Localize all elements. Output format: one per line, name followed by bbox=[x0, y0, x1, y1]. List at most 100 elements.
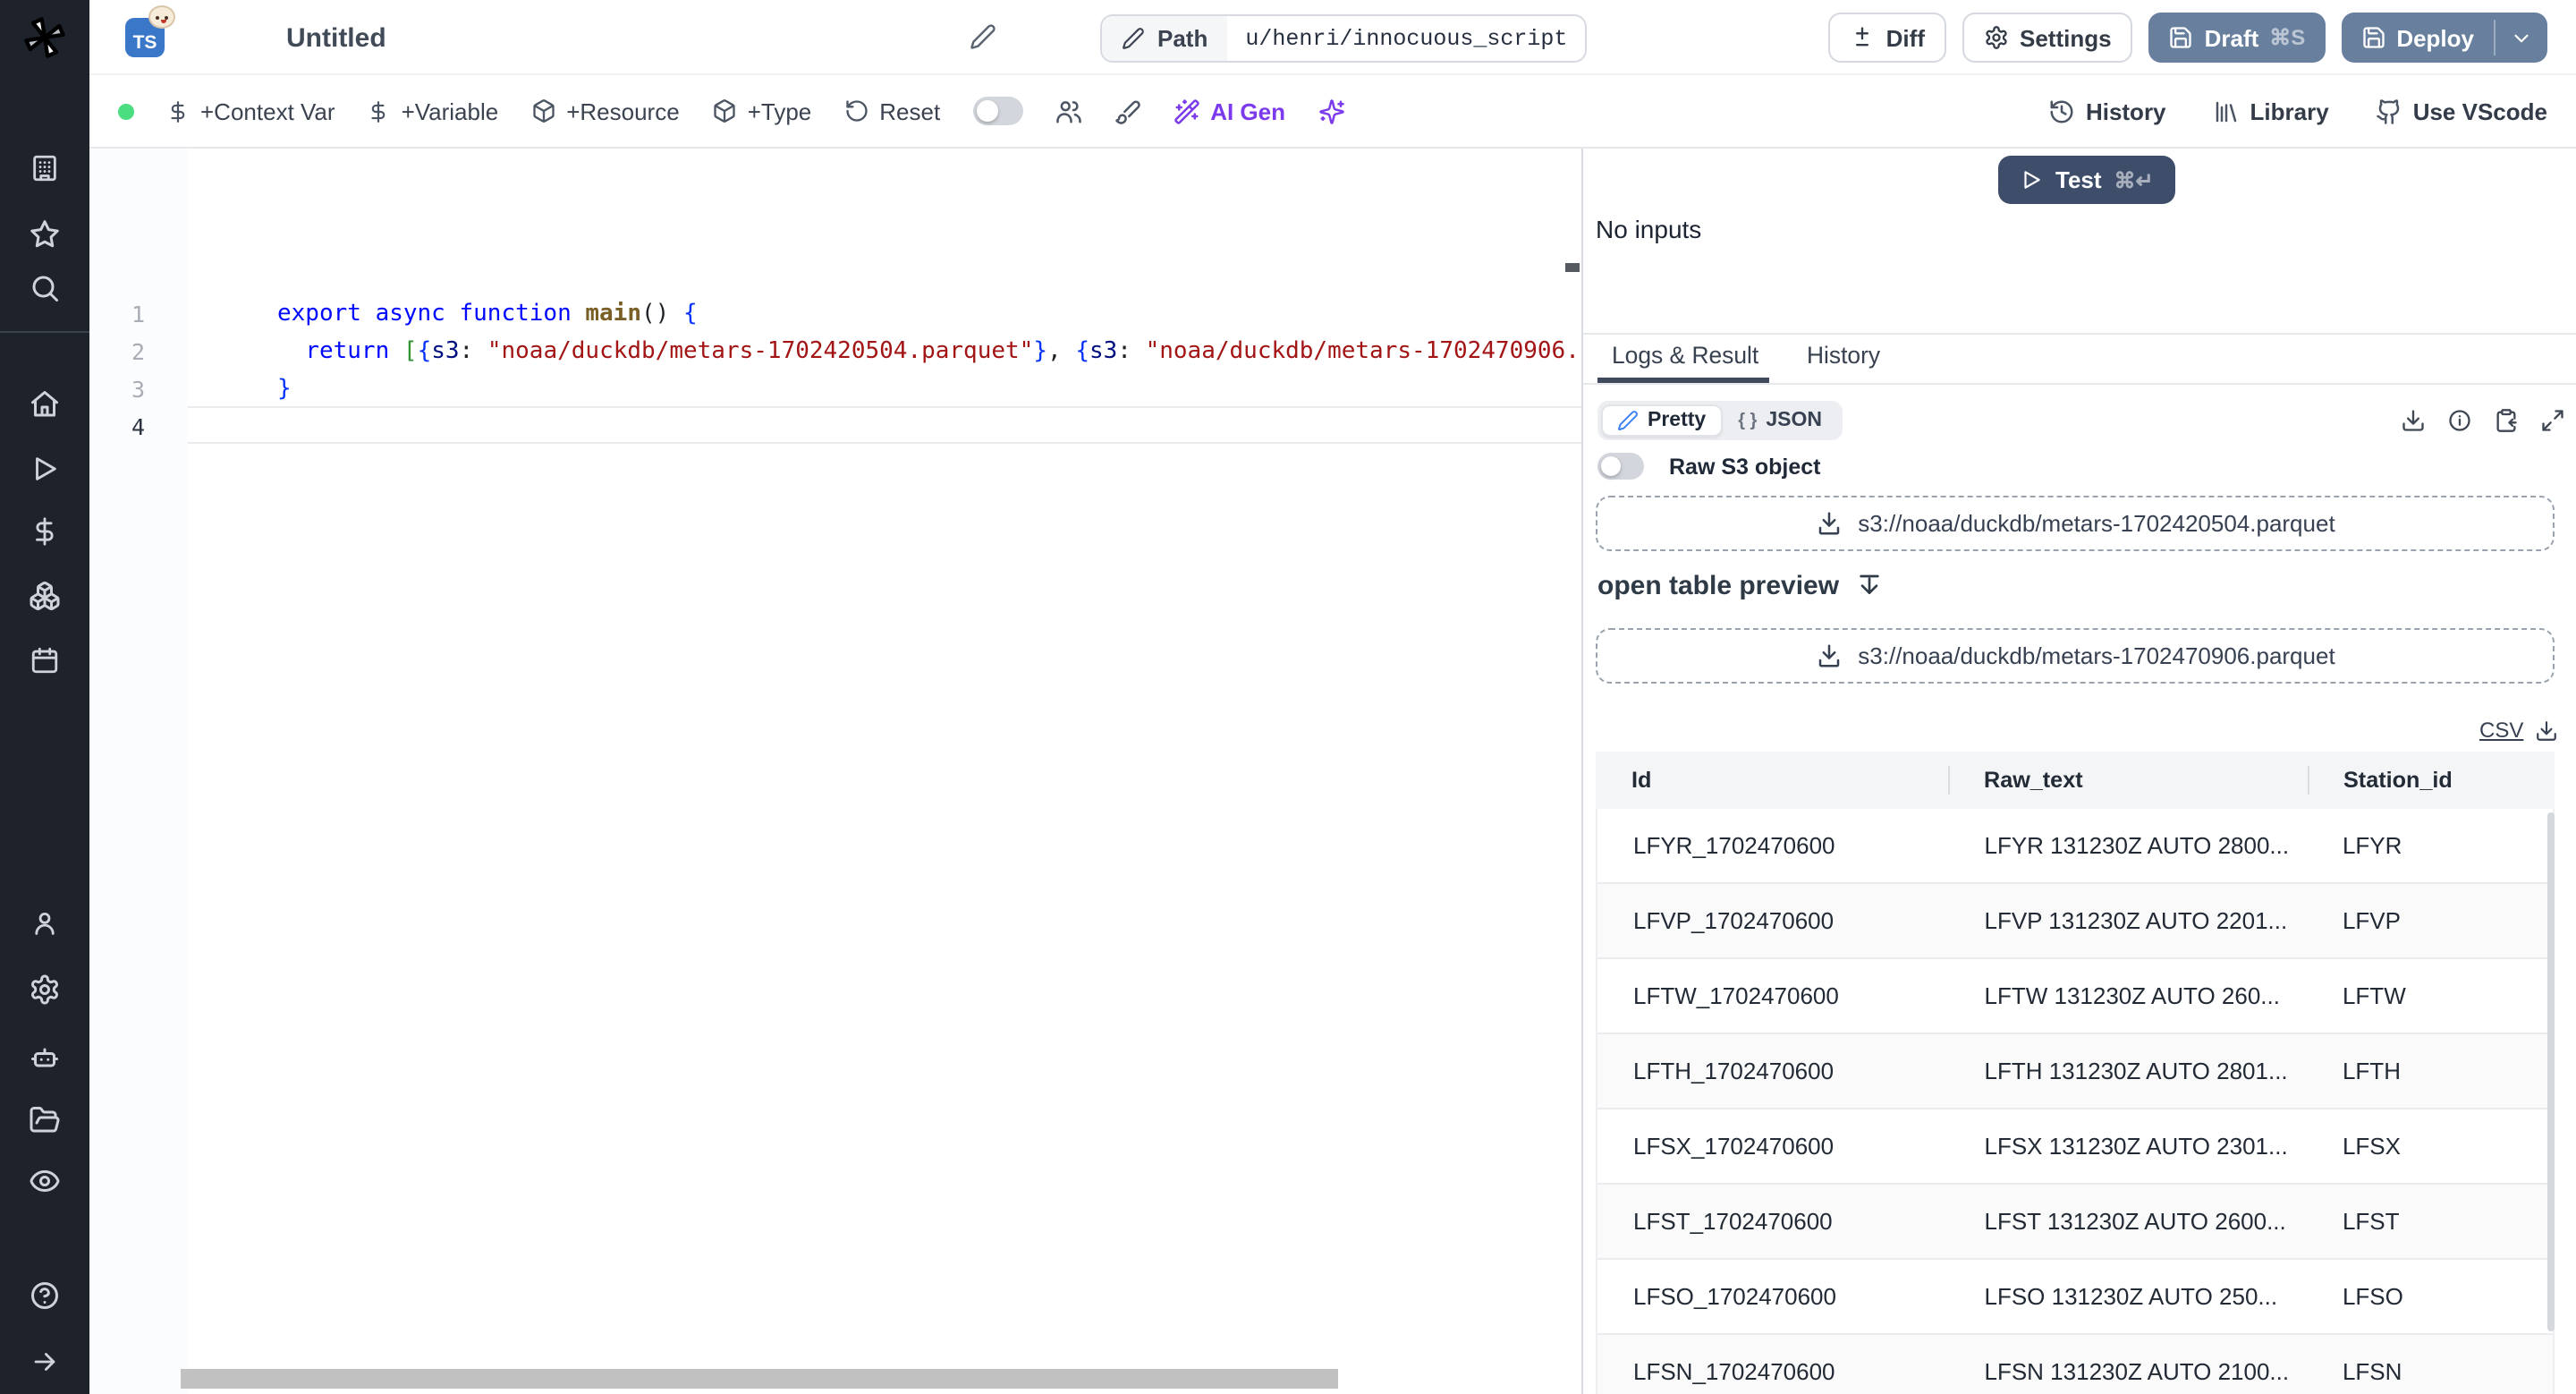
library-icon bbox=[2216, 100, 2236, 122]
dollar-icon bbox=[371, 100, 386, 122]
runs-play-icon[interactable] bbox=[30, 454, 60, 484]
path-label: Path bbox=[1102, 16, 1228, 61]
edit-summary-pencil-icon[interactable] bbox=[970, 23, 996, 50]
table-row[interactable]: LFTW_1702470600 LFTW 131230Z AUTO 260... L… bbox=[1597, 959, 2553, 1034]
download-icon bbox=[1818, 644, 1839, 667]
deploy-button-group: Deploy bbox=[2341, 13, 2547, 63]
test-button[interactable]: Test ⌘↵ bbox=[1998, 156, 2175, 204]
download-icon[interactable] bbox=[2534, 718, 2557, 742]
table-row[interactable]: LFYR_1702470600 LFYR 131230Z AUTO 2800...… bbox=[1597, 809, 2553, 884]
favorites-star-icon[interactable] bbox=[29, 218, 61, 251]
diff-icon bbox=[1856, 27, 1869, 47]
json-toggle[interactable]: { } JSON bbox=[1722, 410, 1838, 431]
search-icon[interactable] bbox=[29, 272, 61, 304]
s3-file-download-1[interactable]: s3://noaa/duckdb/metars-1702420504.parqu… bbox=[1596, 496, 2555, 551]
add-type-button[interactable]: +Type bbox=[712, 98, 811, 124]
diff-mode-toggle[interactable] bbox=[972, 97, 1023, 125]
line-number: 1 bbox=[131, 301, 145, 327]
line-number: 3 bbox=[131, 376, 145, 403]
s3-file-download-2[interactable]: s3://noaa/duckdb/metars-1702470906.parqu… bbox=[1596, 628, 2555, 684]
sidebar-divider bbox=[0, 331, 89, 333]
run-panel: Test ⌘↵ No inputs Logs & Result History … bbox=[1583, 149, 2576, 1394]
overview-ruler-marker bbox=[1565, 263, 1580, 272]
column-header-raw-text[interactable]: Raw_text bbox=[1948, 768, 2308, 793]
workspace-building-icon[interactable] bbox=[30, 153, 60, 183]
app-window: TS Untitled Path u/henri/innocuous_scrip… bbox=[0, 0, 2576, 1394]
user-icon[interactable] bbox=[30, 908, 60, 939]
status-dot bbox=[118, 103, 134, 119]
add-variable-button[interactable]: +Variable bbox=[368, 98, 498, 124]
multiplayer-users-icon[interactable] bbox=[1055, 98, 1081, 124]
format-brush-icon[interactable] bbox=[1114, 98, 1140, 124]
current-line-highlight bbox=[188, 406, 1581, 444]
pretty-toggle[interactable]: Pretty bbox=[1601, 404, 1723, 437]
raw-s3-toggle[interactable] bbox=[1597, 453, 1644, 480]
audit-eye-icon[interactable] bbox=[29, 1165, 61, 1197]
sparkles-icon[interactable] bbox=[1318, 98, 1344, 124]
table-row[interactable]: LFSN_1702470600 LFSN 131230Z AUTO 2100...… bbox=[1597, 1335, 2553, 1394]
history-icon bbox=[2050, 99, 2073, 123]
column-divider bbox=[1948, 766, 1950, 795]
table-row[interactable]: LFVP_1702470600 LFVP 131230Z AUTO 2201...… bbox=[1597, 884, 2553, 959]
package-icon bbox=[532, 99, 554, 123]
save-icon bbox=[2362, 27, 2384, 48]
panel-resize-divider[interactable] bbox=[1581, 149, 1583, 1394]
table-scrollbar-thumb[interactable] bbox=[2547, 812, 2555, 1331]
column-divider bbox=[2308, 766, 2309, 795]
folders-icon[interactable] bbox=[29, 1104, 61, 1136]
reset-rotate-icon bbox=[845, 100, 867, 122]
use-vscode-button[interactable]: Use VScode bbox=[2376, 98, 2547, 124]
library-button[interactable]: Library bbox=[2213, 98, 2329, 124]
deploy-dropdown-button[interactable] bbox=[2496, 13, 2547, 63]
tab-logs-result[interactable]: Logs & Result bbox=[1612, 342, 1758, 369]
csv-download-link[interactable]: CSV bbox=[2479, 718, 2523, 743]
pane-divider[interactable] bbox=[1583, 333, 2576, 335]
no-inputs-label: No inputs bbox=[1596, 215, 1702, 243]
help-icon[interactable] bbox=[29, 1279, 61, 1312]
history-button[interactable]: History bbox=[2048, 98, 2166, 124]
variables-dollar-icon[interactable] bbox=[30, 516, 60, 547]
deploy-button[interactable]: Deploy bbox=[2341, 13, 2494, 63]
diff-button[interactable]: Diff bbox=[1828, 13, 1946, 63]
reset-button[interactable]: Reset bbox=[843, 98, 940, 124]
workers-robot-icon[interactable] bbox=[29, 1041, 61, 1074]
column-header-id[interactable]: Id bbox=[1596, 768, 1948, 793]
ai-gen-button[interactable]: AI Gen bbox=[1173, 98, 1285, 124]
add-context-var-button[interactable]: +Context Var bbox=[166, 98, 335, 124]
download-icon[interactable] bbox=[2401, 408, 2426, 433]
windmill-logo-icon[interactable] bbox=[21, 14, 68, 61]
chevron-down-icon bbox=[2514, 33, 2529, 42]
users-icon bbox=[1055, 100, 1080, 123]
expand-icon[interactable] bbox=[2540, 408, 2565, 433]
result-view-segmented-control: Pretty { } JSON bbox=[1597, 401, 1842, 440]
code-editor[interactable]: 1 2 3 4 export async function main() { r… bbox=[89, 149, 1581, 1394]
braces-icon: { } bbox=[1738, 411, 1758, 430]
script-title[interactable]: Untitled bbox=[286, 23, 386, 54]
code-line-2: return [{s3: "noaa/duckdb/metars-1702420… bbox=[305, 338, 1580, 365]
horizontal-scrollbar[interactable] bbox=[181, 1369, 1338, 1389]
add-resource-button[interactable]: +Resource bbox=[530, 98, 680, 124]
table-row[interactable]: LFSX_1702470600 LFSX 131230Z AUTO 2301...… bbox=[1597, 1109, 2553, 1185]
column-header-station-id[interactable]: Station_id bbox=[2308, 768, 2555, 793]
path-input[interactable]: u/henri/innocuous_script bbox=[1227, 16, 1585, 61]
path-input-group[interactable]: Path u/henri/innocuous_script bbox=[1100, 14, 1588, 63]
tabs-bottom-border bbox=[1583, 383, 2576, 385]
resources-boxes-icon[interactable] bbox=[29, 580, 61, 612]
pencil-icon bbox=[1123, 28, 1144, 49]
schedules-calendar-icon[interactable] bbox=[30, 645, 60, 676]
dollar-icon bbox=[171, 100, 185, 122]
settings-button[interactable]: Settings bbox=[1962, 13, 2133, 63]
tab-history[interactable]: History bbox=[1807, 342, 1880, 369]
info-icon[interactable] bbox=[2447, 408, 2472, 433]
open-table-preview-button[interactable]: open table preview bbox=[1597, 571, 1884, 601]
table-row[interactable]: LFTH_1702470600 LFTH 131230Z AUTO 2801...… bbox=[1597, 1034, 2553, 1109]
settings-gear-icon[interactable] bbox=[29, 973, 61, 1006]
table-row[interactable]: LFSO_1702470600 LFSO 131230Z AUTO 250... L… bbox=[1597, 1260, 2553, 1335]
clipboard-copy-icon[interactable] bbox=[2494, 408, 2519, 433]
draft-button[interactable]: Draft ⌘S bbox=[2148, 13, 2326, 63]
table-header: Id Raw_text Station_id bbox=[1596, 752, 2555, 809]
table-row[interactable]: LFST_1702470600 LFST 131230Z AUTO 2600...… bbox=[1597, 1185, 2553, 1260]
collapse-arrow-icon[interactable] bbox=[30, 1347, 60, 1377]
typescript-badge: TS bbox=[125, 5, 175, 57]
home-icon[interactable] bbox=[29, 388, 61, 421]
